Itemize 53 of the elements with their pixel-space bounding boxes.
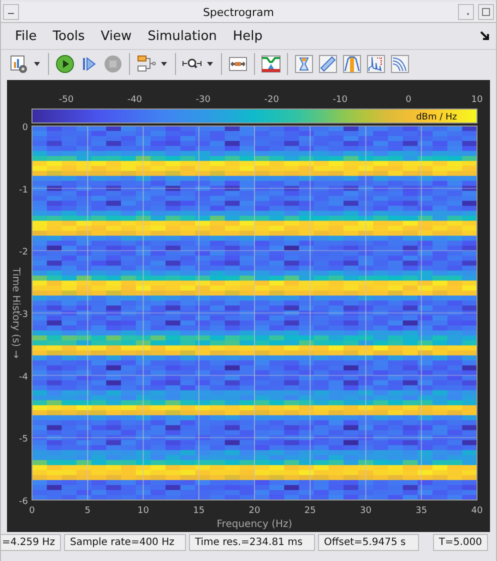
menu-item[interactable]: Help bbox=[224, 26, 271, 46]
colorbar-tick-label: -40 bbox=[127, 95, 142, 105]
settings-icon[interactable] bbox=[9, 54, 29, 74]
maximize-button[interactable] bbox=[478, 4, 494, 20]
y-tick-label: -4 bbox=[19, 372, 28, 382]
menu-item[interactable]: Tools bbox=[44, 26, 93, 46]
dropdown-caret-icon[interactable] bbox=[207, 62, 213, 66]
play-icon[interactable] bbox=[55, 54, 75, 74]
x-axis-label: Frequency (Hz) bbox=[216, 519, 292, 530]
y-tick-label: 0 bbox=[22, 123, 28, 133]
minimize-button[interactable] bbox=[3, 4, 19, 20]
x-tick-label: 15 bbox=[193, 506, 205, 516]
y-tick-label: -3 bbox=[19, 310, 28, 320]
menu-item[interactable]: View bbox=[92, 26, 140, 46]
dropdown-caret-icon[interactable] bbox=[34, 62, 40, 66]
colorbar-tick-label: 0 bbox=[406, 95, 412, 105]
ruler-icon[interactable] bbox=[318, 54, 338, 74]
window-title: Spectrogram bbox=[202, 6, 276, 18]
undock-arrow-icon[interactable] bbox=[480, 31, 490, 41]
status-field: Time res.=234.81 ms bbox=[188, 534, 315, 551]
colorbar-tick-label: -20 bbox=[264, 95, 279, 105]
colorbar-tick-label: -30 bbox=[196, 95, 210, 105]
colorbar-tick-label: 10 bbox=[471, 95, 483, 105]
status-field: =4.259 Hz bbox=[1, 534, 61, 551]
hourglass-icon[interactable] bbox=[294, 54, 314, 74]
x-tick-label: 20 bbox=[248, 506, 260, 516]
span-icon[interactable] bbox=[228, 54, 248, 74]
block-diagram-icon[interactable] bbox=[136, 54, 156, 74]
menu-item[interactable]: Simulation bbox=[140, 26, 225, 46]
x-tick-label: 0 bbox=[29, 506, 35, 516]
x-tick-label: 25 bbox=[304, 506, 316, 516]
x-tick-label: 5 bbox=[84, 506, 90, 516]
colorbar-tick-label: -50 bbox=[58, 95, 74, 105]
y-axis-label: Time History (s) → bbox=[10, 268, 21, 358]
y-tick-label: -2 bbox=[19, 248, 28, 258]
ccdf-curves-icon[interactable] bbox=[390, 54, 410, 74]
peak-icon[interactable] bbox=[342, 54, 362, 74]
y-tick-label: -1 bbox=[19, 185, 28, 196]
y-tick-label: -6 bbox=[19, 497, 28, 507]
x-tick-label: 10 bbox=[138, 506, 149, 516]
x-tick-label: 35 bbox=[416, 506, 428, 516]
distortion-icon[interactable] bbox=[366, 54, 386, 74]
spectrum-mask-icon[interactable] bbox=[261, 54, 281, 74]
status-field: Offset=5.9475 s bbox=[318, 534, 419, 551]
colorbar-label: dBm / Hz bbox=[416, 112, 457, 122]
menu-item[interactable]: File bbox=[7, 26, 45, 46]
x-tick-label: 30 bbox=[360, 506, 372, 516]
x-tick-label: 40 bbox=[471, 506, 483, 516]
colorbar-tick-label: -10 bbox=[332, 95, 348, 105]
status-field: Sample rate=400 Hz bbox=[64, 534, 186, 551]
status-field: T=5.000 bbox=[432, 534, 488, 551]
dropdown-caret-icon[interactable] bbox=[161, 62, 167, 66]
y-tick-label: -5 bbox=[19, 434, 28, 445]
